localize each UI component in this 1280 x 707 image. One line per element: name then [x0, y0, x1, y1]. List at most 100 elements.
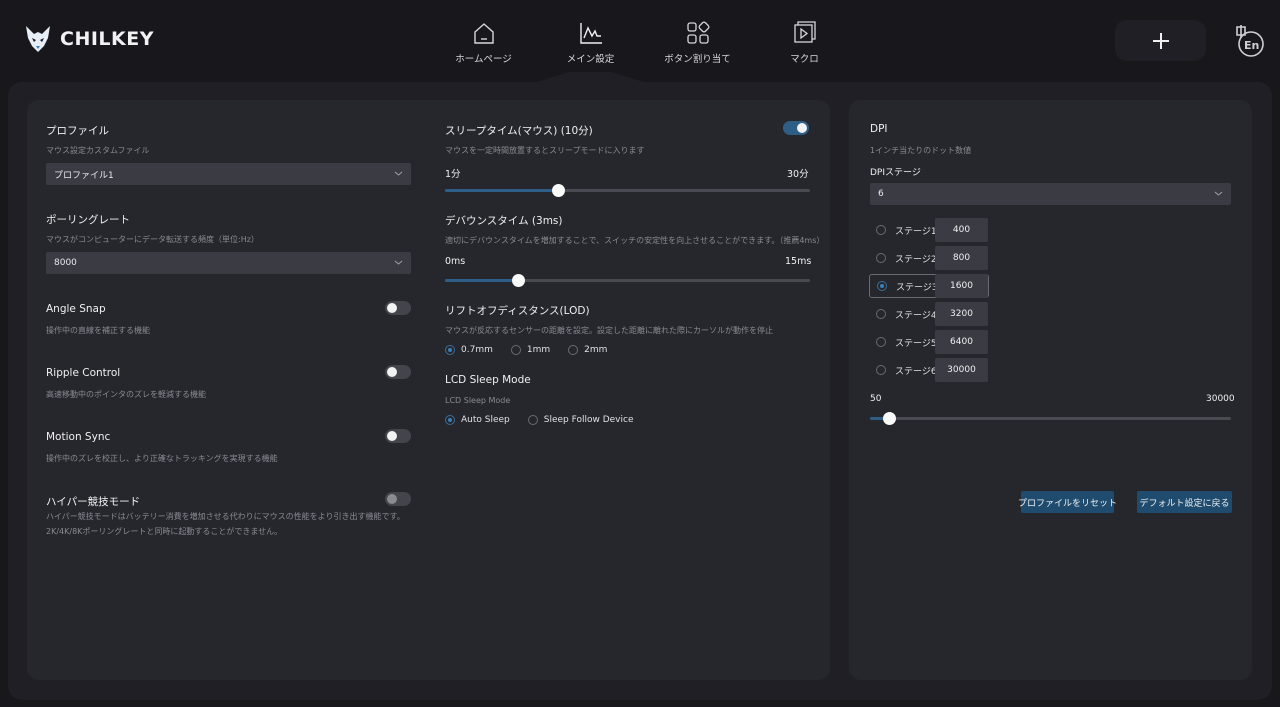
polling-select-value: 8000 [54, 258, 77, 268]
dpi-stage-row[interactable]: ステージ5 6400 [869, 330, 989, 354]
debounce-min-label: 0ms [445, 256, 466, 267]
motion-sync-subtitle: 操作中のズレを校正し、より正確なトラッキングを実現する機能 [46, 454, 278, 463]
sleep-slider-thumb[interactable] [552, 184, 566, 197]
dpi-slider-track[interactable] [870, 412, 1231, 425]
angle-snap-toggle[interactable] [385, 301, 411, 315]
nav-macro-label: マクロ [790, 54, 819, 65]
dpi-stage-row[interactable]: ステージ2 800 [869, 246, 989, 270]
lod-subtitle: マウスが反応するセンサーの距離を設定。設定した距離に離れた際にカーソルが動作を停… [445, 326, 773, 335]
dpi-stage-row[interactable]: ステージ4 3200 [869, 302, 989, 326]
dpi-stage-select[interactable]: 6 [870, 183, 1231, 205]
motion-sync-title: Motion Sync [46, 431, 111, 443]
nav-main-settings-label: メイン設定 [566, 54, 615, 65]
dpi-stage-value[interactable]: 1600 [935, 274, 988, 298]
chevron-down-icon [1214, 191, 1223, 196]
lcd-option-auto-sleep[interactable]: Auto Sleep [445, 415, 510, 425]
brand-name: CHILKEY [60, 28, 154, 50]
toggle-knob [387, 494, 397, 504]
top-bar: CHILKEY ホームページ メイン設定 ボタン割り当て マクロ En [0, 0, 1280, 82]
dpi-stage-value[interactable]: 6400 [935, 330, 988, 354]
dpi-stage-label: ステージ5 [895, 338, 937, 349]
hyper-mode-subtitle-1: ハイパー競技モードはバッテリー消費を増加させる代わりにマウスの性能をより引き出す… [46, 512, 405, 521]
brand-logo: CHILKEY [24, 24, 154, 54]
radio-icon [510, 345, 521, 355]
nav-button-assign[interactable]: ボタン割り当て [644, 0, 751, 82]
ripple-toggle[interactable] [385, 365, 411, 379]
language-button[interactable]: En [1232, 22, 1266, 58]
ripple-title: Ripple Control [46, 367, 121, 379]
radio-icon [876, 337, 886, 347]
chevron-down-icon [394, 171, 403, 176]
dpi-stage-label: ステージ6 [895, 366, 937, 377]
lcd-option-label: Sleep Follow Device [543, 415, 634, 425]
nav-home[interactable]: ホームページ [430, 0, 537, 82]
restore-default-button[interactable]: デフォルト設定に戻る [1137, 491, 1232, 513]
profile-select[interactable]: プロファイル1 [46, 163, 411, 185]
main-nav: ホームページ メイン設定 ボタン割り当て マクロ [430, 0, 858, 82]
debounce-max-label: 15ms [785, 256, 812, 267]
language-zh-en-icon: En [1236, 25, 1264, 57]
sleep-time-title: スリープタイム(マウス) (10分) [445, 125, 593, 137]
motion-sync-toggle[interactable] [385, 429, 411, 443]
reset-profile-button[interactable]: プロファイルをリセット [1018, 491, 1117, 513]
lod-title: リフトオフディスタンス(LOD) [445, 305, 590, 317]
lod-option-0-7mm[interactable]: 0.7mm [445, 345, 493, 355]
nav-macro[interactable]: マクロ [751, 0, 858, 82]
radio-icon [876, 253, 886, 263]
dpi-min-label: 50 [870, 394, 882, 404]
profile-select-value: プロファイル1 [54, 170, 114, 181]
lod-option-2mm[interactable]: 2mm [568, 345, 607, 355]
dpi-max-label: 30000 [1206, 394, 1235, 404]
radio-selected-icon [877, 281, 887, 291]
dpi-stage-value[interactable]: 400 [935, 218, 988, 242]
debounce-slider-fill [445, 279, 518, 282]
lcd-sleep-subtitle: LCD Sleep Mode [445, 396, 511, 405]
dpi-stage-label: ステージ1 [895, 226, 937, 237]
sleep-time-toggle[interactable] [783, 121, 809, 135]
settings-panel: プロファイル マウス設定カスタムファイル プロファイル1 ポーリングレート マウ… [27, 100, 830, 680]
add-button[interactable] [1115, 20, 1206, 61]
lcd-sleep-options: Auto Sleep Sleep Follow Device [445, 415, 634, 425]
angle-snap-subtitle: 操作中の直線を補正する機能 [46, 326, 150, 335]
nav-main-settings[interactable]: メイン設定 [537, 0, 644, 82]
hyper-mode-title: ハイパー競技モード [46, 496, 141, 508]
plus-icon [1152, 32, 1169, 49]
dpi-slider-thumb[interactable] [882, 412, 896, 425]
debounce-title: デバウンスタイム (3ms) [445, 215, 563, 227]
hyper-mode-toggle[interactable] [385, 492, 411, 506]
toggle-knob [387, 431, 397, 441]
chart-line-icon [579, 23, 602, 44]
grid-icon [686, 21, 709, 44]
debounce-slider-thumb[interactable] [512, 274, 525, 287]
dpi-subtitle: 1インチ当たりのドット数値 [870, 146, 972, 155]
debounce-slider-track[interactable] [445, 274, 810, 287]
dpi-panel: DPI 1インチ当たりのドット数値 DPIステージ 6 ステージ1 400 ステ… [849, 100, 1252, 680]
lod-option-label: 2mm [584, 345, 608, 355]
lcd-option-follow-device[interactable]: Sleep Follow Device [527, 415, 634, 425]
dpi-stage-row[interactable]: ステージ6 30000 [869, 358, 989, 382]
toggle-knob [387, 367, 397, 377]
dpi-stage-value[interactable]: 30000 [935, 358, 988, 382]
dpi-stage-row-active[interactable]: ステージ3 1600 [869, 274, 989, 298]
home-icon [473, 23, 494, 44]
radio-selected-icon [445, 345, 455, 355]
profile-subtitle: マウス設定カスタムファイル [46, 146, 150, 155]
sleep-time-subtitle: マウスを一定時間放置するとスリープモードに入ります [445, 146, 645, 155]
dpi-stage-value[interactable]: 800 [935, 246, 988, 270]
radio-icon [876, 309, 886, 319]
polling-select[interactable]: 8000 [46, 252, 411, 274]
main-area: プロファイル マウス設定カスタムファイル プロファイル1 ポーリングレート マウ… [8, 82, 1272, 700]
polling-subtitle: マウスがコンピューターにデータ転送する頻度（単位:Hz） [46, 235, 259, 244]
dpi-stage-label: ステージ2 [895, 254, 937, 265]
hyper-mode-subtitle-2: 2K/4K/8Kポーリングレートと同時に起動することができません。 [46, 527, 283, 536]
sleep-max-label: 30分 [787, 169, 809, 180]
debounce-subtitle: 適切にデバウンスタイムを増加することで、スイッチの安定性を向上させることができま… [445, 236, 825, 245]
lod-option-1mm[interactable]: 1mm [510, 345, 550, 355]
lod-option-label: 0.7mm [461, 345, 493, 355]
fox-logo-icon [26, 26, 50, 52]
dpi-stage-row[interactable]: ステージ1 400 [869, 218, 989, 242]
macro-play-icon [793, 21, 816, 43]
dpi-stage-value[interactable]: 3200 [935, 302, 988, 326]
chevron-down-icon [394, 260, 403, 265]
sleep-slider-track[interactable] [445, 184, 810, 197]
